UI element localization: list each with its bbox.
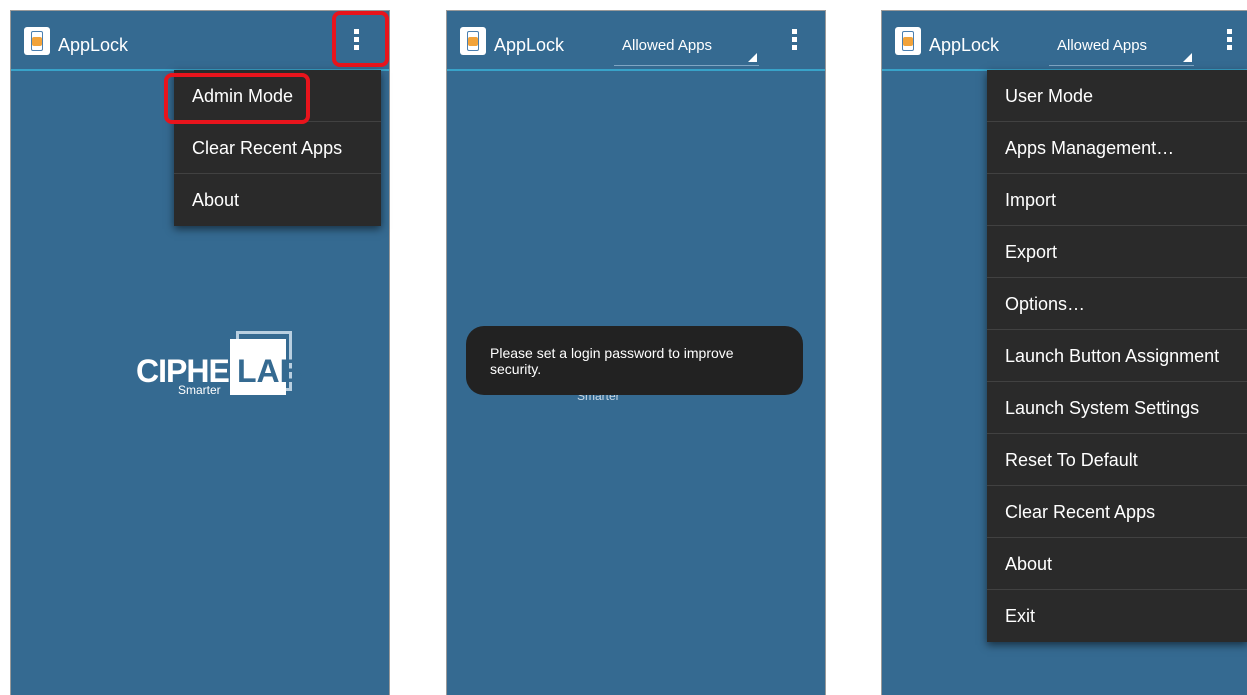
app-title: AppLock — [929, 35, 1000, 55]
overflow-highlight-frame — [332, 11, 389, 67]
spinner-dropdown-icon — [1183, 53, 1192, 62]
overflow-menu-icon[interactable] — [792, 29, 798, 51]
allowed-apps-spinner[interactable]: Allowed Apps — [1049, 37, 1194, 66]
screen-user-mode: AppLock Admin Mode Clear Recent Apps Abo… — [10, 10, 390, 695]
menu-item-options[interactable]: Options… — [987, 278, 1247, 330]
menu-item-launch-button-assignment[interactable]: Launch Button Assignment — [987, 330, 1247, 382]
menu-item-export[interactable]: Export — [987, 226, 1247, 278]
menu-item-exit[interactable]: Exit — [987, 590, 1247, 642]
spinner-label: Allowed Apps — [1057, 37, 1148, 54]
allowed-apps-spinner[interactable]: Allowed Apps — [614, 37, 759, 66]
action-bar: AppLock Allowed Apps — [447, 11, 825, 71]
spinner-dropdown-icon — [748, 53, 757, 62]
menu-item-apps-management[interactable]: Apps Management… — [987, 122, 1247, 174]
toast-message: Please set a login password to improve s… — [466, 326, 803, 395]
applock-icon — [895, 27, 921, 55]
overflow-menu-icon[interactable] — [1227, 29, 1233, 51]
spinner-label: Allowed Apps — [622, 37, 713, 54]
menu-item-about[interactable]: About — [987, 538, 1247, 590]
screen-admin-mode-toast: AppLock Allowed Apps Smarter Please set … — [446, 10, 826, 695]
cipherlab-logo: CIPHER LAB Smarter — [136, 327, 303, 407]
admin-mode-highlight-frame — [164, 73, 310, 124]
app-title: AppLock — [494, 35, 565, 55]
menu-item-launch-system-settings[interactable]: Launch System Settings — [987, 382, 1247, 434]
admin-overflow-menu: User Mode Apps Management… Import Export… — [987, 70, 1247, 642]
menu-item-about[interactable]: About — [174, 174, 381, 226]
menu-item-reset-to-default[interactable]: Reset To Default — [987, 434, 1247, 486]
applock-icon — [460, 27, 486, 55]
action-bar: AppLock Allowed Apps — [882, 11, 1247, 71]
menu-item-import[interactable]: Import — [987, 174, 1247, 226]
app-title: AppLock — [58, 35, 129, 55]
menu-item-clear-recent-apps[interactable]: Clear Recent Apps — [174, 122, 381, 174]
menu-item-user-mode[interactable]: User Mode — [987, 70, 1247, 122]
applock-icon — [24, 27, 50, 55]
menu-item-clear-recent-apps[interactable]: Clear Recent Apps — [987, 486, 1247, 538]
logo-tagline: Smarter — [178, 383, 221, 397]
screen-admin-menu: AppLock Allowed Apps User Mode Apps Mana… — [881, 10, 1247, 695]
logo-lab-text: LAB — [237, 353, 303, 389]
